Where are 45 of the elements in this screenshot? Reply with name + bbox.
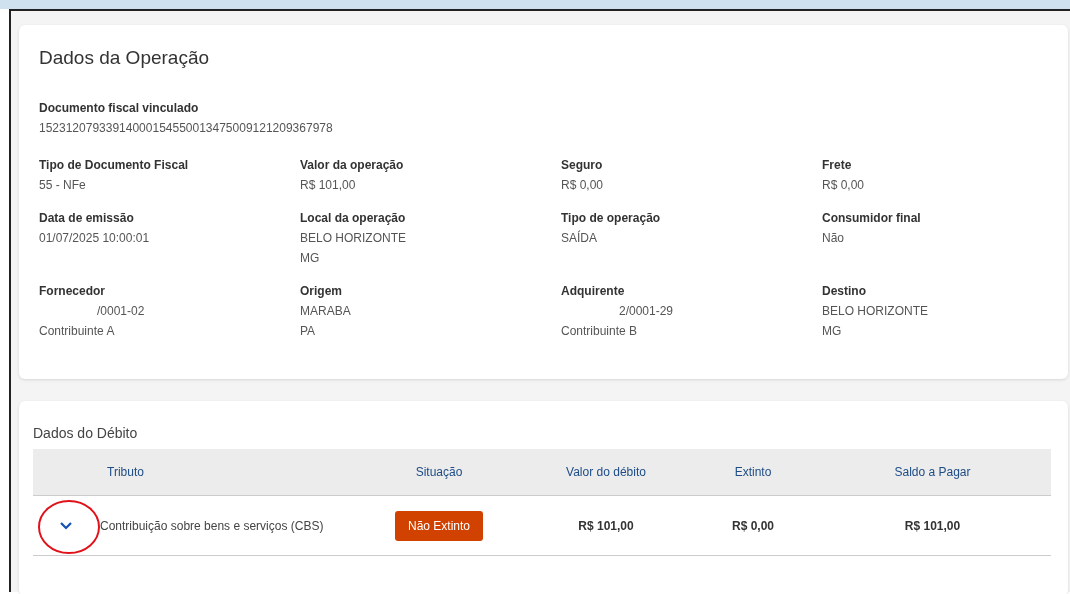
field-value: BELO HORIZONTE — [822, 303, 928, 320]
field-value: R$ 101,00 — [300, 177, 356, 194]
column-header: Saldo a Pagar — [894, 465, 971, 479]
field-value: 01/07/2025 10:00:01 — [39, 230, 150, 247]
field-label: Origem — [300, 284, 342, 298]
field-value: BELO HORIZONTE — [300, 230, 406, 247]
chevron-icon — [59, 521, 73, 530]
table-cell: R$ 101,00 — [578, 518, 634, 533]
field-label: Valor da operação — [300, 158, 404, 172]
field-value: 2/0001-29 — [618, 303, 674, 320]
column-header: Tributo — [107, 465, 144, 479]
field-label: Consumidor final — [822, 211, 921, 225]
field-value: R$ 0,00 — [561, 177, 604, 194]
table-cell: R$ 0,00 — [732, 518, 774, 533]
field-label: Seguro — [561, 158, 603, 172]
field-label: Destino — [822, 284, 866, 298]
field-label: Frete — [822, 158, 852, 172]
table-cell: R$ 101,00 — [904, 518, 961, 533]
field-label: Tipo de operação — [561, 211, 661, 225]
field-label: Documento fiscal vinculado — [39, 101, 199, 115]
section-title: Dados da Operação — [39, 47, 211, 69]
field-value: Contribuinte A — [39, 323, 115, 340]
field-label: Tipo de Documento Fiscal — [39, 158, 189, 172]
table-cell: Contribuição sobre bens e serviços (CBS) — [100, 518, 324, 533]
field-value: 55 - NFe — [39, 177, 86, 194]
field-value: MARABA — [300, 303, 351, 320]
field-value: MG — [300, 250, 320, 267]
column-header: Situação — [415, 465, 463, 479]
expand-button[interactable] — [57, 519, 75, 532]
field-label: Fornecedor — [39, 284, 105, 298]
status-badge: Não Extinto — [394, 510, 483, 541]
field-value: Contribuinte B — [561, 323, 638, 340]
field-label: Adquirente — [561, 284, 625, 298]
field-label: Data de emissão — [39, 211, 134, 225]
field-value: 15231207933914000154550013475009121209367978 — [39, 120, 333, 137]
field-value: MG — [822, 323, 842, 340]
field-value: Não — [822, 230, 844, 247]
field-value: PA — [300, 323, 316, 340]
field-value: R$ 0,00 — [822, 177, 865, 194]
field-label: Local da operação — [300, 211, 406, 225]
field-value: SAÍDA — [561, 229, 597, 247]
field-value: /0001-02 — [96, 303, 145, 320]
section-title: Dados do Débito — [33, 425, 139, 441]
column-header: Valor do débito — [566, 465, 646, 479]
column-header: Extinto — [734, 465, 772, 479]
